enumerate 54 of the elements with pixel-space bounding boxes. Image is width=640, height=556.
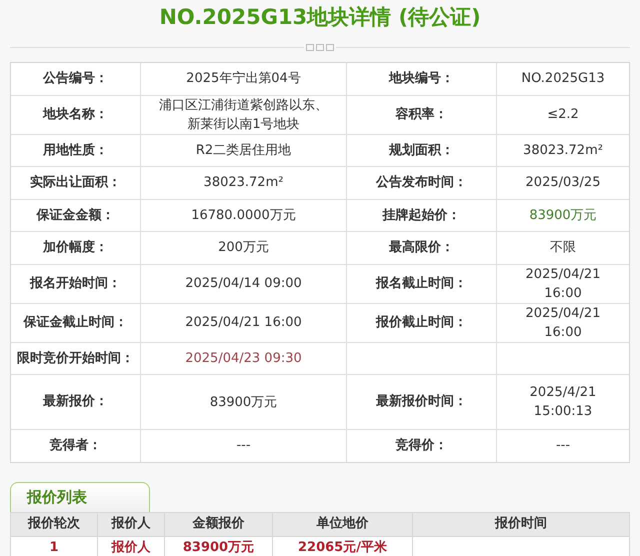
field-value: 38023.72m² (204, 174, 284, 192)
field-value: 83900万元 (529, 206, 597, 225)
column-header: 报价轮次 (28, 515, 80, 534)
column-header: 金额报价 (192, 514, 244, 534)
field-label: 报价截止时间： (376, 314, 467, 332)
field-value: 2025/4/21 15:00:13 (528, 384, 598, 421)
table-cell-text: 1 (49, 539, 59, 556)
field-label: 实际出让面积： (30, 174, 121, 192)
table-cell-text: 83900万元 (182, 539, 254, 556)
field-value: --- (236, 437, 251, 456)
field-value: ≤2.2 (547, 106, 579, 124)
field-value: 2025/04/23 09:30 (185, 350, 302, 368)
field-value: 83900万元 (210, 394, 278, 412)
field-value: 浦口区江浦街道紫创路以东、新莱街以南1号地块 (158, 96, 328, 134)
field-label: 用地性质： (43, 142, 108, 160)
field-value: 2025/04/21 16:00 (185, 314, 302, 332)
field-label: 限时竞价开始时间： (17, 350, 134, 368)
field-label: 最新报价时间： (376, 392, 467, 412)
field-value: 38023.72m² (523, 142, 603, 160)
field-label: 公告发布时间： (376, 174, 467, 192)
field-label: 加价幅度： (43, 238, 108, 257)
field-value: 2025/04/21 16:00 (524, 266, 602, 302)
column-header: 单位地价 (316, 515, 368, 534)
column-header: 报价时间 (495, 515, 547, 534)
page-title: NO.2025G13地块详情 (待公证) (159, 4, 481, 30)
field-value: 200万元 (218, 239, 269, 258)
field-label: 最新报价： (43, 392, 108, 412)
field-label: 报名截止时间： (376, 274, 467, 293)
field-value: 2025/04/14 09:00 (185, 275, 302, 293)
field-label: 容积率： (396, 106, 448, 124)
field-label: 地块名称： (43, 106, 108, 124)
field-value: 2025年宁出第04号 (186, 70, 301, 88)
field-value: NO.2025G13 (521, 70, 605, 88)
field-value: 2025/03/25 (526, 174, 600, 192)
field-label: 公告编号： (43, 70, 108, 88)
ornament-icon (306, 44, 334, 50)
section-tab[interactable]: 报价列表 (10, 482, 150, 512)
field-label: 报名开始时间： (30, 274, 121, 293)
table-cell-text: 22065元/平米 (298, 539, 387, 556)
field-value: --- (556, 437, 570, 456)
field-label: 竞得价： (396, 436, 448, 455)
field-label: 保证金金额： (36, 206, 114, 224)
field-value: 2025/04/21 16:00 (524, 304, 602, 342)
field-label: 挂牌起始价： (382, 206, 460, 224)
field-label: 规划面积： (389, 142, 454, 160)
field-value: 不限 (550, 239, 576, 258)
field-label: 竞得者： (50, 436, 102, 455)
column-header: 报价人 (112, 515, 150, 534)
field-label: 地块编号： (389, 70, 454, 88)
field-value: 16780.0000万元 (191, 206, 296, 225)
table-cell-text: 报价人 (112, 539, 150, 556)
field-value: R2二类居住用地 (196, 142, 292, 160)
field-label: 最高限价： (389, 238, 454, 257)
field-label: 保证金截止时间： (24, 314, 128, 332)
